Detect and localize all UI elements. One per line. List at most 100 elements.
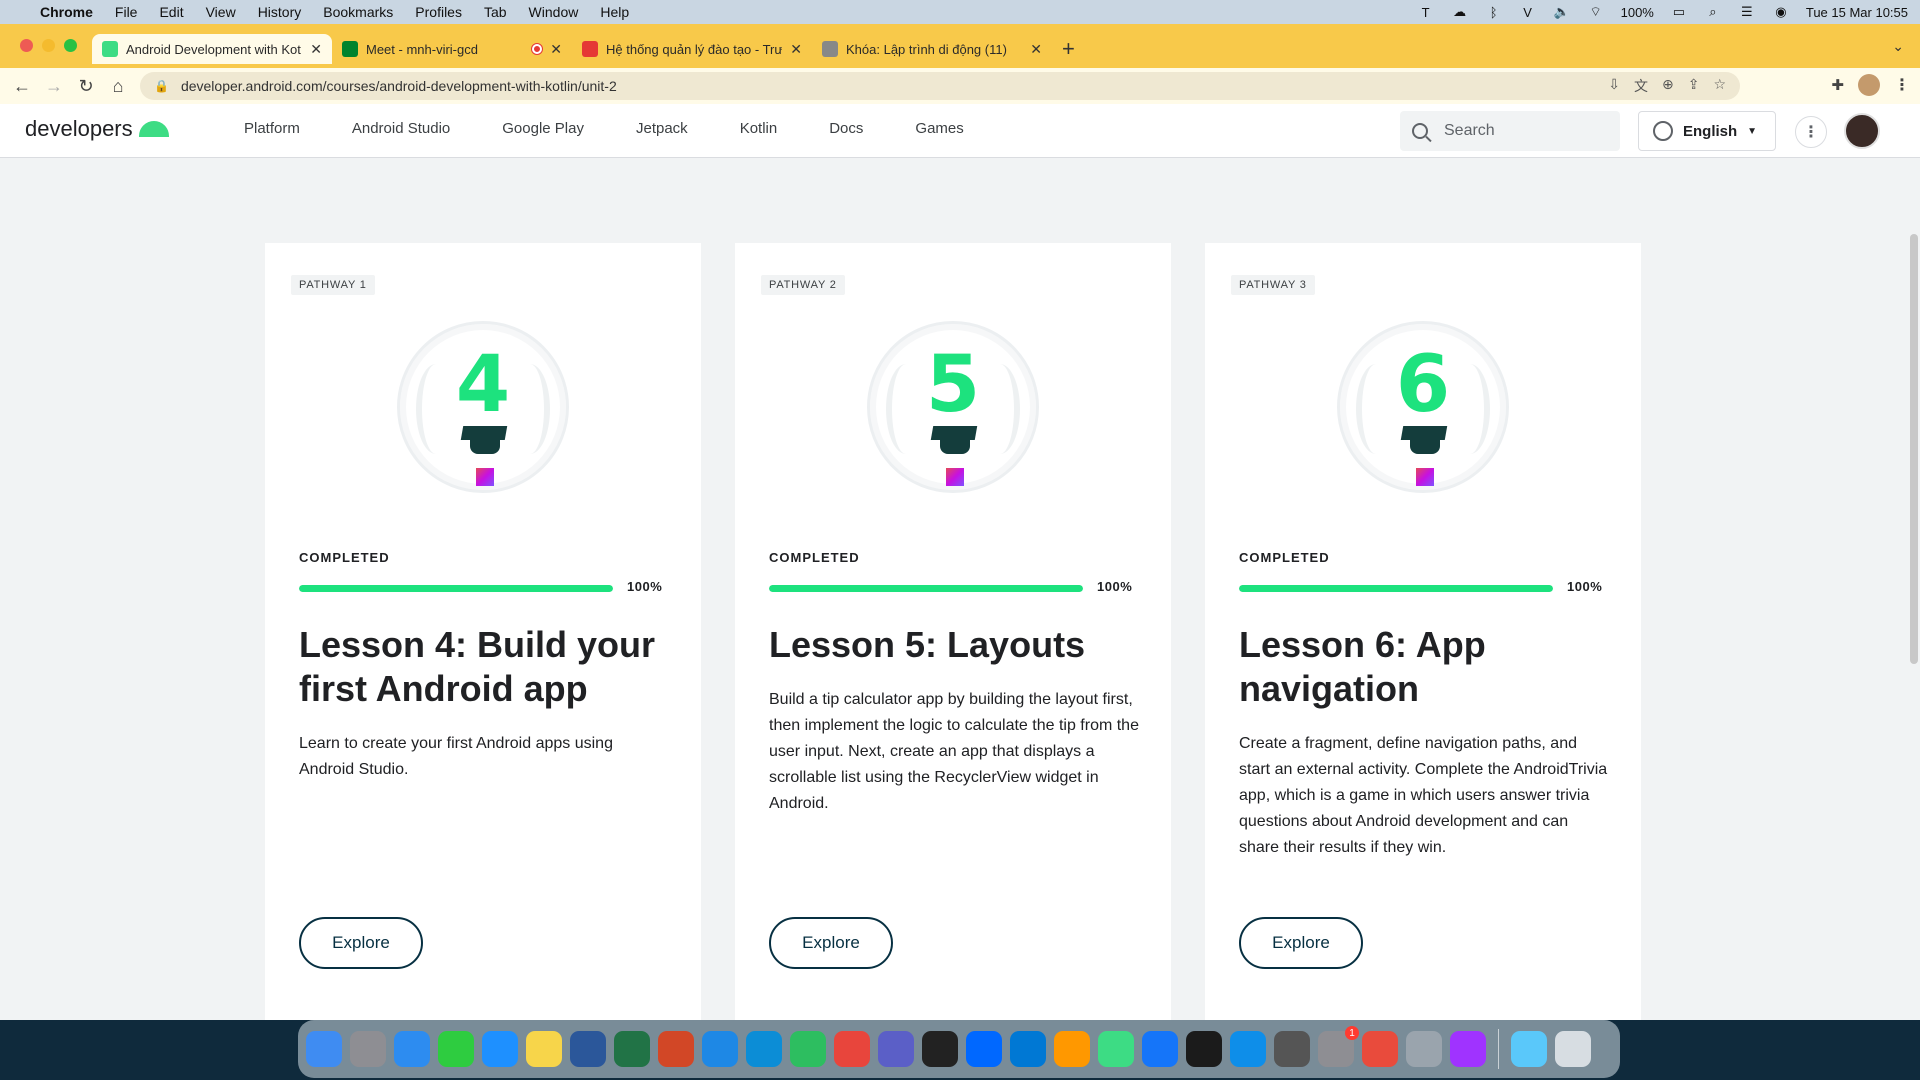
close-tab-icon[interactable]: ✕ [1030, 41, 1042, 58]
translate-icon[interactable]: 文 [1634, 76, 1648, 96]
home-icon[interactable]: ⌂ [102, 76, 134, 97]
bookmark-star-icon[interactable]: ☆ [1713, 76, 1726, 96]
finder-dock-icon[interactable] [306, 1031, 342, 1067]
page-scrollbar[interactable] [1910, 234, 1918, 664]
minimize-window-button[interactable] [42, 39, 55, 52]
tab-search-chevron-icon[interactable]: ⌄ [1892, 38, 1904, 55]
menu-window[interactable]: Window [529, 4, 579, 20]
menu-edit[interactable]: Edit [159, 4, 183, 20]
volume-icon[interactable]: 🔈 [1553, 4, 1571, 19]
explore-button[interactable]: Explore [1239, 917, 1363, 969]
siri-icon[interactable]: ◉ [1772, 4, 1790, 19]
user-avatar[interactable] [1844, 113, 1880, 149]
system-preferences-dock-icon[interactable]: 1 [1318, 1026, 1359, 1067]
tab-android-dev[interactable]: Android Development with Kot ✕ [92, 34, 332, 64]
edge-dock-icon[interactable] [746, 1031, 782, 1067]
wifi-icon[interactable]: ⌔ [1587, 4, 1605, 19]
menubar-clock[interactable]: Tue 15 Mar 10:55 [1806, 5, 1908, 20]
menu-view[interactable]: View [206, 4, 236, 20]
site-search-input[interactable]: Search [1400, 111, 1620, 151]
text-icon[interactable]: T [1417, 5, 1435, 20]
pathway-card: PATHWAY 1 4 COMPLETED 100% Lesson 4: Bui… [265, 243, 701, 1020]
tab-training-system[interactable]: Hệ thống quản lý đào tạo - Trư ✕ [572, 34, 812, 64]
address-bar[interactable]: 🔒 developer.android.com/courses/android-… [140, 72, 1740, 100]
menu-tab[interactable]: Tab [484, 4, 507, 20]
menu-help[interactable]: Help [600, 4, 629, 20]
notes-dock-icon[interactable] [526, 1031, 562, 1067]
url-text[interactable]: developer.android.com/courses/android-de… [181, 78, 617, 94]
kotlin-logo-icon [476, 468, 494, 486]
preview-dock-icon[interactable] [1406, 1031, 1442, 1067]
powerpoint-dock-icon[interactable] [658, 1031, 694, 1067]
terminal-dock-icon[interactable] [1186, 1031, 1222, 1067]
mail-dock-icon[interactable] [394, 1031, 430, 1067]
app-store-dock-icon[interactable] [482, 1031, 518, 1067]
menu-bookmarks[interactable]: Bookmarks [323, 4, 393, 20]
nav-games[interactable]: Games [915, 120, 963, 137]
close-tab-icon[interactable]: ✕ [310, 41, 322, 58]
menu-history[interactable]: History [258, 4, 302, 20]
nav-jetpack[interactable]: Jetpack [636, 120, 688, 137]
zoom-window-button[interactable] [64, 39, 77, 52]
tab-meet[interactable]: Meet - mnh-viri-gcd ✕ [332, 34, 572, 64]
bluetooth-icon[interactable]: ᛒ [1485, 5, 1503, 20]
progress-bar [299, 585, 613, 592]
control-center-icon[interactable]: ☰ [1738, 4, 1756, 19]
chrome-dock-icon[interactable] [834, 1031, 870, 1067]
android-studio-dock-icon[interactable] [1098, 1031, 1134, 1067]
close-tab-icon[interactable]: ✕ [550, 41, 562, 58]
vn-app-dock-icon[interactable] [922, 1031, 958, 1067]
nav-docs[interactable]: Docs [829, 120, 863, 137]
downloads-folder-dock-icon[interactable] [1511, 1031, 1547, 1067]
forward-icon[interactable]: → [38, 76, 70, 97]
cloud-icon[interactable]: ☁ [1451, 4, 1469, 19]
teams-dock-icon[interactable] [878, 1031, 914, 1067]
language-select[interactable]: English ▼ [1638, 111, 1776, 151]
word-dock-icon[interactable] [570, 1031, 606, 1067]
launchpad-dock-icon[interactable] [350, 1031, 386, 1067]
zalo-dock-icon[interactable] [966, 1031, 1002, 1067]
evernote-dock-icon[interactable] [790, 1031, 826, 1067]
dock-separator [1498, 1029, 1499, 1069]
share-icon[interactable]: ⇪ [1688, 76, 1700, 96]
menu-app-name[interactable]: Chrome [40, 4, 93, 20]
lock-icon[interactable]: 🔒 [154, 79, 169, 93]
vscode-dock-icon[interactable] [1010, 1031, 1046, 1067]
menu-file[interactable]: File [115, 4, 138, 20]
battery-icon[interactable]: ▭ [1670, 4, 1688, 19]
close-window-button[interactable] [20, 39, 33, 52]
close-tab-icon[interactable]: ✕ [790, 41, 802, 58]
excel-dock-icon[interactable] [614, 1031, 650, 1067]
xcode-dock-icon[interactable] [1142, 1031, 1178, 1067]
developers-logo[interactable]: developers [25, 116, 169, 142]
profile-avatar[interactable] [1858, 74, 1880, 96]
explore-button[interactable]: Explore [769, 917, 893, 969]
safari-dock-icon[interactable] [702, 1031, 738, 1067]
install-icon[interactable]: ⇩ [1608, 76, 1620, 96]
messenger-dock-icon[interactable] [1450, 1031, 1486, 1067]
teamviewer-dock-icon[interactable] [1230, 1031, 1266, 1067]
nav-google-play[interactable]: Google Play [502, 120, 584, 137]
photo-app-dock-icon[interactable] [1362, 1031, 1398, 1067]
zoom-icon[interactable]: ⊕ [1662, 76, 1674, 96]
back-icon[interactable]: ← [6, 76, 38, 97]
screenshot-dock-icon[interactable] [1274, 1031, 1310, 1067]
trash-dock-icon[interactable] [1555, 1031, 1591, 1067]
nav-platform[interactable]: Platform [244, 120, 300, 137]
nav-android-studio[interactable]: Android Studio [352, 120, 450, 137]
new-tab-icon[interactable]: + [1062, 36, 1075, 62]
sublime-dock-icon[interactable] [1054, 1031, 1090, 1067]
menu-profiles[interactable]: Profiles [415, 4, 462, 20]
status-label: COMPLETED [1239, 550, 1330, 565]
nav-kotlin[interactable]: Kotlin [740, 120, 778, 137]
explore-button[interactable]: Explore [299, 917, 423, 969]
badge-medal-icon: 5 [867, 321, 1039, 493]
spotlight-icon[interactable]: ⌕ [1704, 4, 1722, 19]
extensions-icon[interactable]: ✚ [1831, 76, 1844, 94]
tab-course[interactable]: Khóa: Lập trình di động (11) ✕ [812, 34, 1052, 64]
chrome-menu-icon[interactable]: ⋮ [1894, 75, 1910, 95]
v-icon[interactable]: V [1519, 5, 1537, 20]
reload-icon[interactable]: ↻ [70, 76, 102, 97]
more-options-icon[interactable]: ⋮ [1795, 116, 1827, 148]
facetime-dock-icon[interactable] [438, 1031, 474, 1067]
